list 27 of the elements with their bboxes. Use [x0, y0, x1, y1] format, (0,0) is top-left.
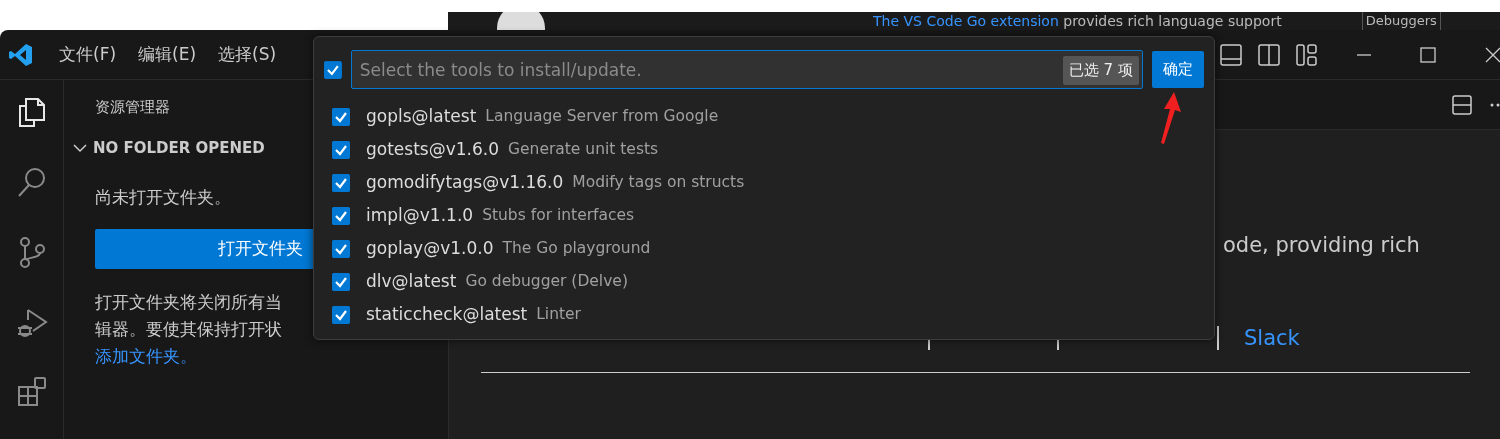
- menu-item[interactable]: 选择(S): [218, 41, 277, 68]
- add-folder-link[interactable]: 添加文件夹。: [95, 345, 197, 366]
- tool-description: Generate unit tests: [508, 138, 659, 160]
- tool-name: gotests@v1.6.0: [366, 137, 499, 161]
- tool-name: gopls@latest: [366, 104, 477, 128]
- tool-description: Linter: [536, 303, 581, 325]
- tool-description: Go debugger (Delve): [465, 270, 628, 292]
- info-text: 打开文件夹将关闭所有当: [95, 290, 282, 314]
- tool-name: impl@v1.1.0: [366, 203, 474, 227]
- tool-description: The Go playground: [502, 237, 651, 259]
- sidebar-title: 资源管理器: [95, 97, 170, 118]
- description-text: ode, providing rich: [1223, 232, 1420, 259]
- tool-name: gomodifytags@v1.16.0: [366, 170, 564, 194]
- resource-link[interactable]: Slack: [1219, 325, 1326, 350]
- tool-description: Modify tags on structs: [572, 171, 745, 193]
- menu-item[interactable]: 编辑(E): [138, 41, 197, 68]
- tool-description: Stubs for interfaces: [482, 204, 635, 226]
- info-text: 辑器。要使其保持打开状: [95, 317, 282, 341]
- tool-name: dlv@latest: [366, 269, 457, 293]
- page-snippet-text: The VS Code Go extension provides rich language support: [873, 12, 1282, 30]
- tool-name: staticcheck@latest: [366, 302, 528, 326]
- empty-message: 尚未打开文件夹。: [95, 186, 231, 209]
- selection-count: 已选 7 项: [1062, 56, 1139, 85]
- ok-button[interactable]: 确定: [1151, 51, 1204, 88]
- menu-item[interactable]: 文件(F): [59, 41, 117, 68]
- section-header[interactable]: NO FOLDER OPENED: [93, 136, 265, 159]
- tool-description: Language Server from Google: [485, 105, 719, 127]
